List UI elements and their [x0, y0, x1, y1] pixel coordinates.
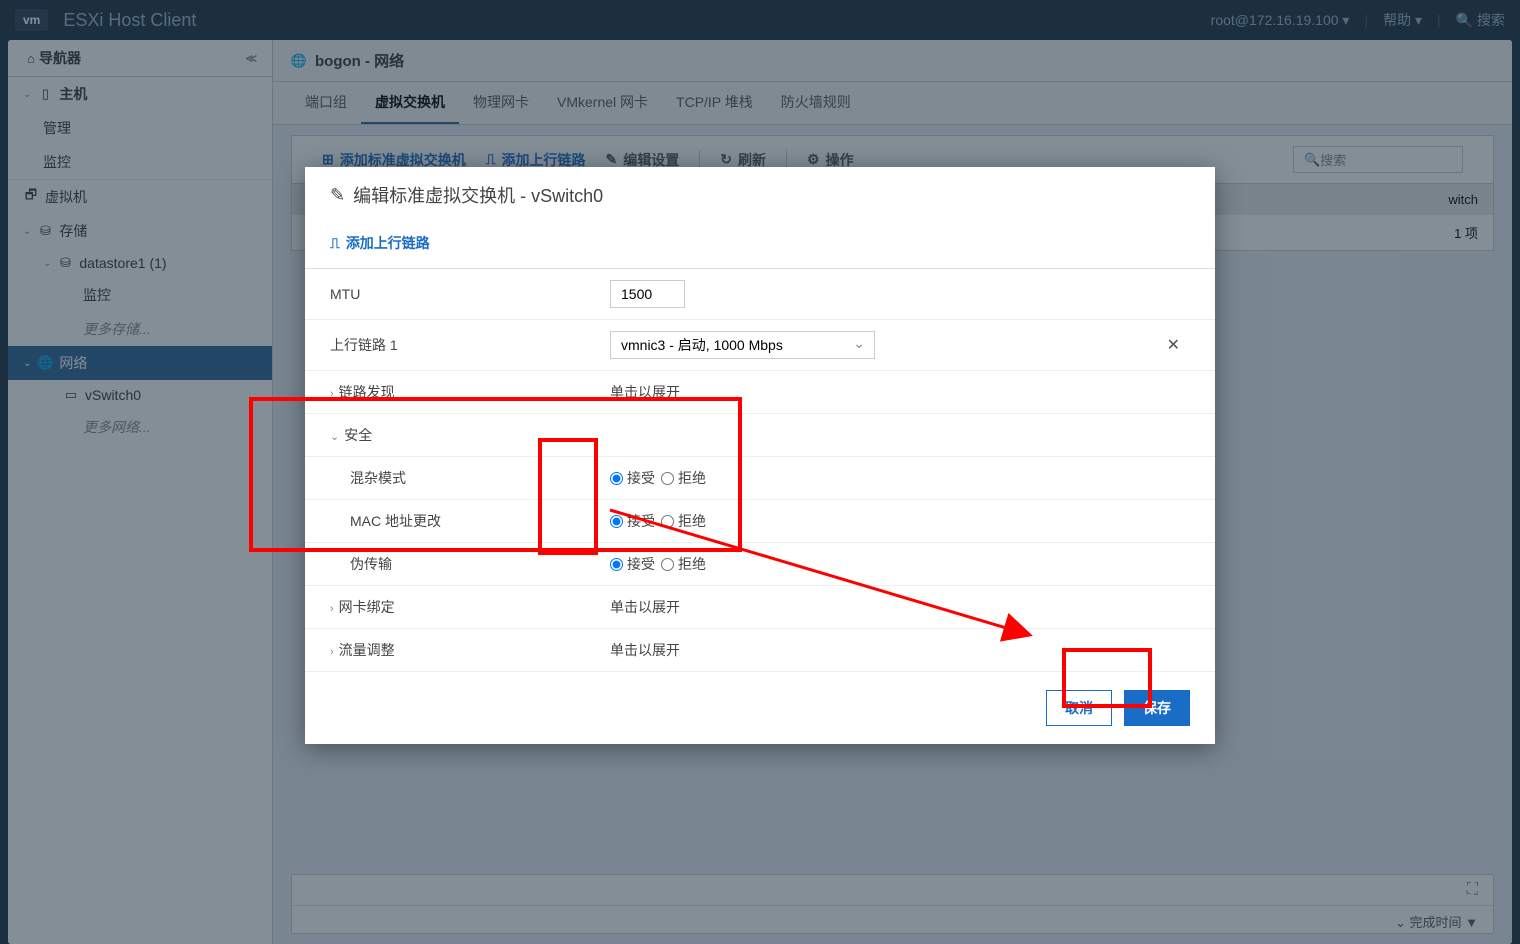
mtu-label: MTU [330, 286, 610, 302]
modal-title: 编辑标准虚拟交换机 - vSwitch0 [353, 182, 603, 208]
mtu-input[interactable] [610, 280, 685, 308]
security-row[interactable]: ⌄安全 [305, 414, 1215, 457]
cancel-button[interactable]: 取消 [1046, 690, 1112, 726]
traffic-shaping-row[interactable]: ›流量调整 单击以展开 [305, 629, 1215, 672]
nic-teaming-row[interactable]: ›网卡绑定 单击以展开 [305, 586, 1215, 629]
uplink1-select[interactable]: vmnic3 - 启动, 1000 Mbps [610, 331, 875, 359]
modal-add-uplink-link[interactable]: ⎍添加上行链路 [330, 233, 1190, 253]
uplink-icon: ⎍ [330, 235, 340, 252]
uplink1-label: 上行链路 1 [330, 335, 610, 355]
mac-reject-radio[interactable]: 拒绝 [661, 511, 706, 531]
remove-uplink-button[interactable]: ✕ [1167, 335, 1180, 355]
forged-reject-radio[interactable]: 拒绝 [661, 554, 706, 574]
promiscuous-reject-radio[interactable]: 拒绝 [661, 468, 706, 488]
pencil-icon: ✎ [330, 185, 345, 206]
mac-accept-radio[interactable]: 接受 [610, 511, 655, 531]
forged-label: 伪传输 [330, 554, 610, 574]
promiscuous-accept-radio[interactable]: 接受 [610, 468, 655, 488]
link-discovery-row[interactable]: ›链路发现 单击以展开 [305, 371, 1215, 414]
promiscuous-label: 混杂模式 [330, 468, 610, 488]
forged-accept-radio[interactable]: 接受 [610, 554, 655, 574]
mac-changes-label: MAC 地址更改 [330, 511, 610, 531]
save-button[interactable]: 保存 [1124, 690, 1190, 726]
